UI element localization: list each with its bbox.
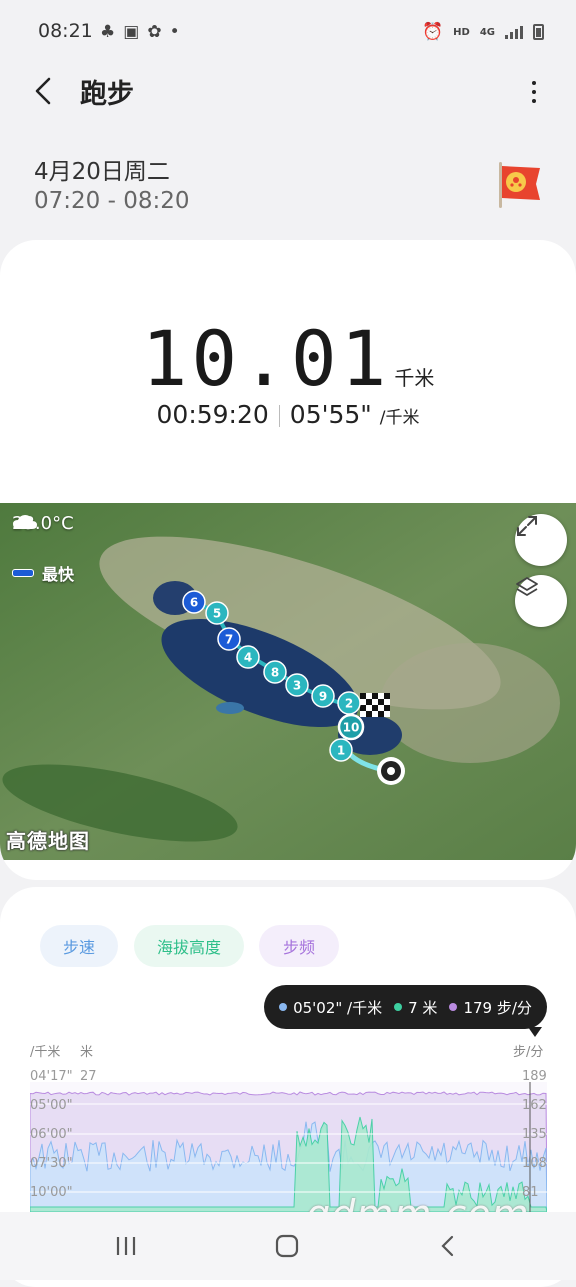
summary-card: 10.01 千米 00:59:20 05'55" /千米 23.0°C 最快 1… bbox=[0, 240, 576, 880]
home-button[interactable] bbox=[267, 1232, 307, 1260]
duration-value: 00:59:20 bbox=[156, 400, 269, 429]
km-marker-6: 6 bbox=[182, 590, 206, 614]
cadence-tick: 189 bbox=[522, 1069, 547, 1084]
page-title: 跑步 bbox=[80, 79, 134, 110]
finish-flag-icon bbox=[360, 693, 390, 717]
recent-apps-button[interactable] bbox=[106, 1232, 146, 1260]
network-label: 4G bbox=[479, 26, 495, 38]
home-icon bbox=[275, 1234, 299, 1258]
app-notification-icon: ♣ bbox=[100, 22, 116, 42]
km-marker-9: 9 bbox=[311, 684, 335, 708]
svg-text:10: 10 bbox=[343, 721, 360, 735]
tooltip-altitude: 7 米 bbox=[408, 998, 438, 1017]
cadence-tick: 108 bbox=[522, 1156, 547, 1171]
km-marker-2: 2 bbox=[337, 691, 361, 715]
km-markers: 1 2 3 4 5 6 7 8 9 10 bbox=[182, 590, 405, 785]
km-marker-1: 1 bbox=[329, 738, 353, 762]
route-flag-icon[interactable] bbox=[496, 160, 544, 210]
pace-tick: 07'30" bbox=[30, 1156, 73, 1171]
distance-display: 10.01 千米 bbox=[0, 314, 576, 403]
svg-text:7: 7 bbox=[225, 633, 233, 647]
more-notifications-icon: • bbox=[169, 22, 180, 42]
svg-text:3: 3 bbox=[293, 679, 301, 693]
tooltip-cadence: 179 步/分 bbox=[463, 998, 532, 1017]
svg-text:1: 1 bbox=[337, 744, 345, 758]
hd-label: HD bbox=[453, 26, 470, 38]
avg-pace-value: 05'55" bbox=[289, 400, 372, 429]
cadence-tick: 162 bbox=[522, 1098, 547, 1113]
svg-text:6: 6 bbox=[190, 596, 198, 610]
pace-tick: 04'17" bbox=[30, 1069, 73, 1084]
back-button[interactable] bbox=[30, 74, 60, 108]
distance-value: 10.01 bbox=[141, 314, 391, 403]
stats-divider bbox=[278, 405, 280, 427]
expand-map-button[interactable] bbox=[515, 514, 567, 566]
km-marker-10: 10 bbox=[337, 713, 365, 741]
signal-icon bbox=[505, 25, 523, 39]
cadence-tick: 135 bbox=[522, 1127, 547, 1142]
map-layers-button[interactable] bbox=[515, 575, 567, 627]
tooltip-pace: 05'02" /千米 bbox=[293, 998, 383, 1017]
altitude-dot bbox=[394, 1003, 403, 1011]
workout-time-range: 07:20 - 08:20 bbox=[34, 188, 190, 214]
altitude-tick: 27 bbox=[80, 1069, 97, 1084]
sub-stats: 00:59:20 05'55" /千米 bbox=[0, 400, 576, 429]
cadence-axis-unit: 步/分 bbox=[513, 1045, 544, 1060]
back-arrow-icon bbox=[35, 77, 51, 105]
svg-text:4: 4 bbox=[244, 651, 252, 665]
km-marker-4: 4 bbox=[236, 645, 260, 669]
status-time: 08:21 bbox=[38, 20, 93, 42]
recent-apps-icon bbox=[116, 1237, 136, 1255]
pace-axis-unit: /千米 bbox=[30, 1045, 61, 1060]
cadence-dot bbox=[449, 1003, 458, 1011]
km-marker-8: 8 bbox=[263, 660, 287, 684]
km-marker-3: 3 bbox=[285, 673, 309, 697]
battery-icon bbox=[533, 24, 544, 40]
more-options-button[interactable] bbox=[522, 76, 546, 108]
tooltip-pointer bbox=[528, 1027, 542, 1037]
browser-icon: ✿ bbox=[147, 22, 162, 42]
pace-tick: 05'00" bbox=[30, 1098, 73, 1113]
pace-dot bbox=[279, 1003, 288, 1011]
notification-icons: ♣ ▣ ✿ • bbox=[100, 22, 180, 42]
altitude-axis-unit: 米 bbox=[80, 1045, 94, 1060]
alarm-icon: ⏰ bbox=[421, 22, 444, 42]
tab-pace[interactable]: 步速 bbox=[40, 925, 118, 967]
pace-tick: 10'00" bbox=[30, 1185, 73, 1200]
route-map[interactable]: 23.0°C 最快 1 2 3 4 5 6 7 8 9 10 高德地图 bbox=[0, 503, 576, 860]
app-bar: 跑步 bbox=[0, 64, 576, 120]
pace-unit: /千米 bbox=[379, 408, 420, 428]
expand-icon bbox=[517, 516, 537, 536]
chart-tooltip: 05'02" /千米 7 米 179 步/分 bbox=[264, 985, 547, 1029]
km-marker-7: 7 bbox=[217, 627, 241, 651]
map-provider-logo: 高德地图 bbox=[6, 829, 90, 853]
distance-unit: 千米 bbox=[394, 366, 435, 390]
gallery-icon: ▣ bbox=[123, 22, 140, 42]
km-marker-5: 5 bbox=[205, 601, 229, 625]
back-nav-icon bbox=[441, 1235, 454, 1257]
system-nav-bar bbox=[0, 1212, 576, 1280]
back-nav-button[interactable] bbox=[428, 1232, 468, 1260]
svg-text:8: 8 bbox=[271, 666, 279, 680]
svg-text:9: 9 bbox=[319, 690, 327, 704]
status-bar: 08:21 ♣ ▣ ✿ • ⏰ HD 4G bbox=[0, 0, 576, 64]
svg-text:2: 2 bbox=[345, 697, 353, 711]
tab-altitude[interactable]: 海拔高度 bbox=[134, 925, 244, 967]
tab-cadence[interactable]: 步频 bbox=[259, 925, 339, 967]
pace-tick: 06'00" bbox=[30, 1127, 73, 1142]
workout-date: 4月20日周二 bbox=[34, 159, 170, 185]
layers-icon bbox=[516, 577, 538, 596]
svg-text:5: 5 bbox=[213, 607, 221, 621]
system-icons: ⏰ HD 4G bbox=[422, 22, 544, 42]
